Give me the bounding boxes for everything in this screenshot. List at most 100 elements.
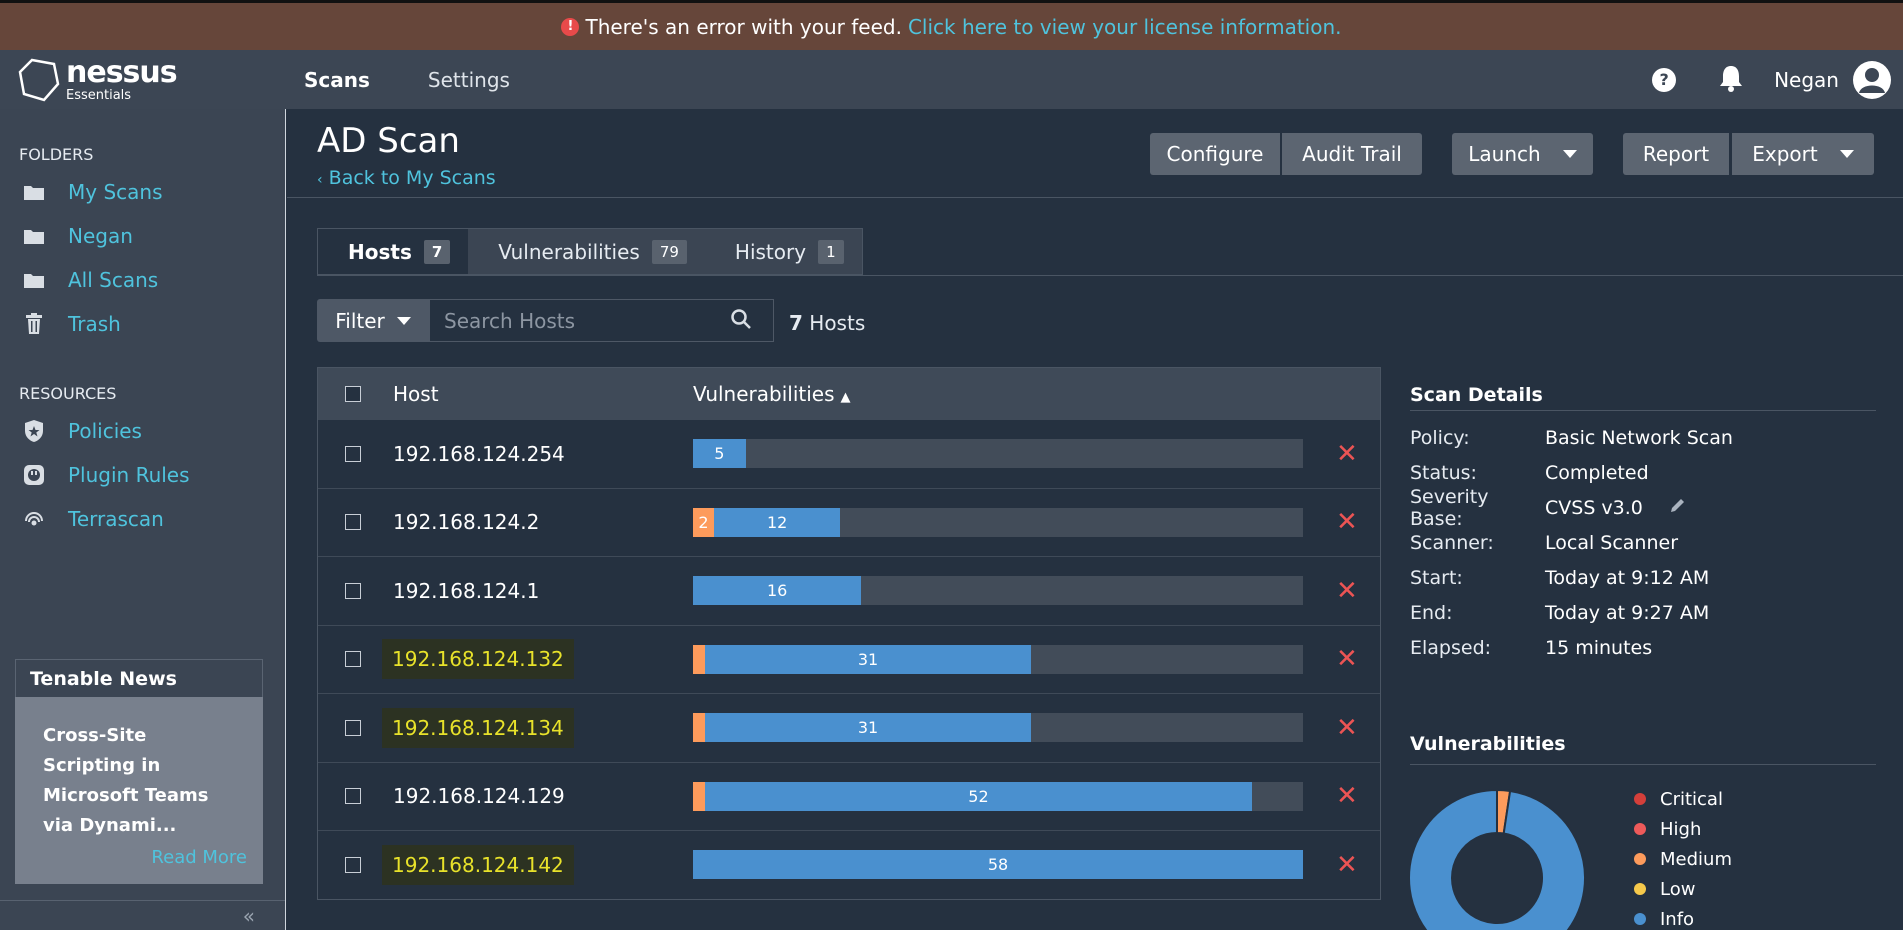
- avatar-icon[interactable]: [1853, 60, 1891, 99]
- column-vulnerabilities[interactable]: Vulnerabilities ▲: [693, 382, 851, 406]
- audit-trail-button[interactable]: Audit Trail: [1282, 133, 1422, 175]
- host-ip[interactable]: 192.168.124.2: [393, 510, 539, 534]
- info-dot-icon: [1634, 913, 1646, 925]
- search-icon[interactable]: [730, 308, 752, 334]
- medium-segment[interactable]: [693, 713, 705, 743]
- detail-row: Elapsed: 15 minutes: [1410, 630, 1876, 665]
- sidebar-item-policies[interactable]: Policies: [20, 409, 285, 453]
- delete-icon[interactable]: ✕: [1336, 850, 1358, 880]
- detail-key: Policy:: [1410, 426, 1470, 449]
- sidebar: FOLDERS My Scans Negan All Scans Trash R…: [0, 109, 286, 930]
- info-segment[interactable]: 58: [693, 850, 1303, 880]
- host-ip[interactable]: 192.168.124.134: [382, 707, 574, 748]
- info-segment[interactable]: 31: [705, 713, 1032, 743]
- collapse-sidebar-button[interactable]: «: [0, 900, 285, 930]
- row-checkbox[interactable]: [345, 719, 361, 736]
- tab-label: History: [734, 239, 807, 264]
- sidebar-item-all-scans[interactable]: All Scans: [20, 258, 285, 302]
- info-segment[interactable]: 5: [693, 439, 746, 469]
- tab-hosts[interactable]: Hosts 7: [318, 229, 469, 274]
- host-count-number: 7: [789, 311, 803, 335]
- sidebar-item-trash[interactable]: Trash: [20, 302, 285, 346]
- back-link[interactable]: ‹ Back to My Scans: [317, 167, 496, 189]
- row-checkbox[interactable]: [345, 788, 361, 805]
- top-nav: nessus Essentials Scans Settings ? Negan: [0, 50, 1903, 109]
- filter-label: Filter: [335, 308, 385, 333]
- sidebar-item-negan[interactable]: Negan: [20, 214, 285, 258]
- delete-icon[interactable]: ✕: [1336, 576, 1358, 606]
- table-row[interactable]: 192.168.124.129 52 ✕: [318, 761, 1380, 831]
- host-ip[interactable]: 192.168.124.254: [393, 442, 565, 466]
- delete-icon[interactable]: ✕: [1336, 507, 1358, 537]
- vulnerability-bar[interactable]: 2 12: [693, 507, 1303, 537]
- sidebar-item-terrascan[interactable]: Terrascan: [20, 497, 285, 541]
- launch-button[interactable]: Launch: [1452, 133, 1593, 175]
- table-row[interactable]: 192.168.124.2 2 12 ✕: [318, 487, 1380, 557]
- news-headline[interactable]: Cross-Site Scripting in Microsoft Teams …: [15, 697, 263, 841]
- info-segment[interactable]: 16: [693, 576, 862, 606]
- legend-label: Low: [1660, 878, 1696, 900]
- delete-icon[interactable]: ✕: [1336, 439, 1358, 469]
- user-name[interactable]: Negan: [1774, 68, 1839, 92]
- table-row[interactable]: 192.168.124.1 16 ✕: [318, 556, 1380, 625]
- read-more-link[interactable]: Read More: [151, 847, 247, 868]
- edit-pencil-icon[interactable]: [1669, 496, 1687, 519]
- nav-tab-settings[interactable]: Settings: [428, 68, 510, 92]
- medium-segment[interactable]: 2: [693, 507, 715, 537]
- help-icon[interactable]: ?: [1652, 67, 1677, 92]
- table-row[interactable]: 192.168.124.254 5 ✕: [318, 419, 1380, 488]
- table-row[interactable]: 192.168.124.142 58 ✕: [318, 830, 1380, 899]
- medium-dot-icon: [1634, 853, 1646, 865]
- vulnerability-bar[interactable]: 31: [693, 713, 1303, 743]
- sidebar-item-label: All Scans: [68, 268, 159, 292]
- row-checkbox[interactable]: [345, 651, 361, 668]
- medium-segment[interactable]: [693, 781, 705, 811]
- vulnerability-bar[interactable]: 31: [693, 644, 1303, 674]
- report-button[interactable]: Report: [1623, 133, 1729, 175]
- hexagon-logo-icon: [18, 58, 60, 101]
- trash-icon: [20, 313, 48, 335]
- vulnerability-bar[interactable]: 16: [693, 576, 1303, 606]
- delete-icon[interactable]: ✕: [1336, 781, 1358, 811]
- info-segment[interactable]: 31: [705, 644, 1032, 674]
- tab-vulnerabilities[interactable]: Vulnerabilities 79: [468, 229, 705, 274]
- vulnerability-bar[interactable]: 5: [693, 439, 1303, 469]
- configure-button[interactable]: Configure: [1150, 133, 1280, 175]
- host-ip[interactable]: 192.168.124.1: [393, 579, 539, 603]
- delete-icon[interactable]: ✕: [1336, 644, 1358, 674]
- tab-label: Hosts: [348, 239, 412, 264]
- scan-details-title: Scan Details: [1410, 367, 1876, 411]
- delete-icon[interactable]: ✕: [1336, 713, 1358, 743]
- tab-history[interactable]: History 1: [705, 229, 862, 274]
- row-checkbox[interactable]: [345, 514, 361, 531]
- column-host[interactable]: Host: [393, 382, 439, 406]
- search-input[interactable]: [430, 308, 730, 333]
- bell-icon[interactable]: [1718, 64, 1744, 96]
- sidebar-item-my-scans[interactable]: My Scans: [20, 170, 285, 214]
- select-all-checkbox[interactable]: [345, 385, 361, 402]
- info-segment[interactable]: 12: [714, 507, 841, 537]
- sidebar-item-label: Negan: [68, 224, 133, 248]
- row-checkbox[interactable]: [345, 856, 361, 873]
- nessus-logo[interactable]: nessus Essentials: [18, 57, 278, 102]
- vulnerability-bar[interactable]: 58: [693, 850, 1303, 880]
- export-button[interactable]: Export: [1732, 133, 1874, 175]
- sidebar-item-plugin-rules[interactable]: Plugin Rules: [20, 453, 285, 497]
- medium-segment[interactable]: [693, 644, 705, 674]
- detail-value: Local Scanner: [1545, 531, 1679, 554]
- host-ip[interactable]: 192.168.124.142: [382, 844, 574, 885]
- license-link[interactable]: Click here to view your license informat…: [908, 15, 1342, 39]
- host-ip[interactable]: 192.168.124.129: [393, 784, 565, 808]
- high-dot-icon: [1634, 823, 1646, 835]
- info-segment[interactable]: 52: [705, 781, 1252, 811]
- table-row[interactable]: 192.168.124.134 31 ✕: [318, 693, 1380, 762]
- filter-button[interactable]: Filter: [317, 299, 429, 342]
- table-row[interactable]: 192.168.124.132 31 ✕: [318, 624, 1380, 694]
- vulnerability-bar[interactable]: 52: [693, 781, 1303, 811]
- row-checkbox[interactable]: [345, 445, 361, 462]
- host-ip[interactable]: 192.168.124.132: [382, 639, 574, 680]
- radar-icon: [20, 509, 48, 529]
- donut-slice-info[interactable]: [1410, 788, 1586, 930]
- nav-tab-scans[interactable]: Scans: [304, 68, 370, 92]
- row-checkbox[interactable]: [345, 582, 361, 599]
